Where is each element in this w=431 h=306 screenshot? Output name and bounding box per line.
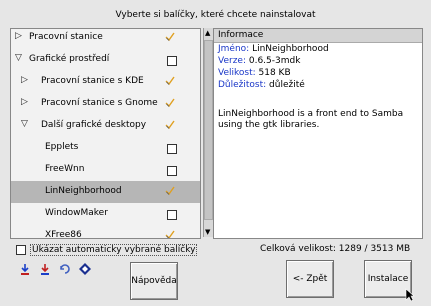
auto-show-checkbox[interactable] [16, 245, 26, 255]
auto-show-label[interactable]: Ukázat automaticky vybrané balíčky [30, 244, 198, 256]
tree-row-label: Epplets [45, 142, 79, 152]
unchecked-box-icon[interactable] [167, 210, 177, 220]
info-size-value: 518 KB [255, 68, 291, 78]
dialog-title: Vyberte si balíčky, které chcete nainsta… [115, 10, 316, 20]
tree-row-label: Pracovní stanice [29, 32, 103, 42]
refresh-icon[interactable] [58, 262, 72, 276]
collapsed-arrow-icon[interactable]: ▷ [21, 75, 28, 85]
tree-row[interactable]: LinNeighborhood [11, 181, 200, 203]
scroll-down-icon[interactable]: ▼ [205, 228, 210, 236]
tree-row-label: FreeWnn [45, 164, 85, 174]
scroll-up-icon[interactable]: ▲ [205, 29, 210, 37]
info-description: LinNeighborhood is a front end to Samba … [218, 109, 404, 130]
tree-row[interactable]: XFree86 [11, 225, 200, 239]
unchecked-box-icon[interactable] [167, 56, 177, 66]
tree-row[interactable]: ▽ Grafické prostředí [11, 49, 200, 71]
tree-row-label: Pracovní stanice s Gnome [41, 98, 158, 108]
info-panel: Informace Jméno: LinNeighborhood Verze: … [213, 28, 423, 239]
info-version-value: 0.6.5-3mdk [246, 56, 301, 66]
help-button[interactable]: Nápověda [130, 262, 178, 300]
info-name-value: LinNeighborhood [249, 44, 329, 54]
tree-row[interactable]: ▷ Pracovní stanice s KDE [11, 71, 200, 93]
tree-row-label: Grafické prostředí [29, 54, 110, 64]
info-version-key: Verze: [218, 56, 246, 66]
info-header-label: Informace [218, 30, 264, 40]
scrollbar-thumb[interactable] [204, 40, 213, 220]
tree-row-label: Pracovní stanice s KDE [41, 76, 144, 86]
checkmark-icon[interactable] [164, 119, 176, 131]
collapsed-arrow-icon[interactable]: ▷ [15, 31, 22, 41]
checkmark-icon[interactable] [164, 75, 176, 87]
tree-row-label: Další grafické desktopy [41, 120, 147, 130]
checkmark-icon[interactable] [164, 185, 176, 197]
tree-row[interactable]: ▽ Další grafické desktopy [11, 115, 200, 137]
unchecked-box-icon[interactable] [167, 144, 177, 154]
tree-row[interactable]: WindowMaker [11, 203, 200, 225]
collapsed-arrow-icon[interactable]: ▷ [21, 97, 28, 107]
package-tree[interactable]: ▷ Pracovní stanice ▽ Grafické prostředí ▷ Pra… [10, 28, 201, 239]
save-icon[interactable] [38, 262, 52, 276]
back-button[interactable]: <- Zpět [286, 260, 334, 298]
mouse-cursor-icon [405, 288, 415, 305]
info-size-key: Velikost: [218, 68, 256, 78]
info-name-key: Jméno: [218, 44, 250, 54]
tree-row[interactable]: ▷ Pracovní stanice s Gnome [11, 93, 200, 115]
checkmark-icon[interactable] [164, 31, 176, 43]
info-importance-value: důležité [266, 80, 305, 90]
total-size: Celková velikost: 1289 / 3513 MB [260, 244, 411, 254]
diamond-icon[interactable] [78, 262, 92, 276]
checkmark-icon[interactable] [164, 229, 176, 238]
expanded-arrow-icon[interactable]: ▽ [15, 53, 22, 63]
info-version-line: Verze: 0.6.5-3mdk [218, 56, 300, 66]
info-importance-line: Důležitost: důležité [218, 80, 305, 90]
tree-row[interactable]: Epplets [11, 137, 200, 159]
unchecked-box-icon[interactable] [167, 166, 177, 176]
info-name-line: Jméno: LinNeighborhood [218, 44, 329, 54]
expanded-arrow-icon[interactable]: ▽ [21, 119, 28, 129]
load-icon[interactable] [18, 262, 32, 276]
info-header: Informace [214, 29, 422, 43]
tree-row-label: LinNeighborhood [45, 186, 122, 196]
tree-row[interactable]: FreeWnn [11, 159, 200, 181]
tree-row-label: WindowMaker [45, 208, 108, 218]
checkmark-icon[interactable] [164, 97, 176, 109]
tree-scrollbar[interactable]: ▲ ▼ [203, 28, 213, 237]
info-size-line: Velikost: 518 KB [218, 68, 291, 78]
tree-row[interactable]: ▷ Pracovní stanice [11, 29, 200, 49]
info-importance-key: Důležitost: [218, 80, 267, 90]
tree-row-label: XFree86 [45, 230, 82, 239]
